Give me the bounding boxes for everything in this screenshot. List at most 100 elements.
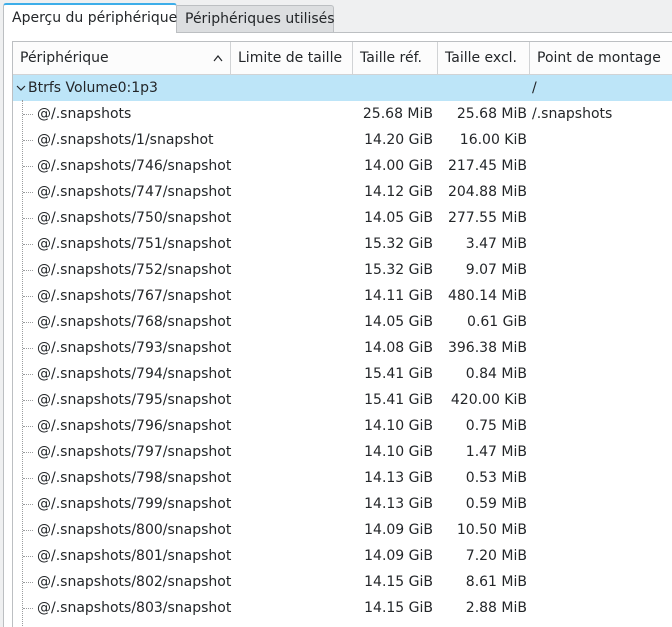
subvolume-name: @/.snapshots/802/snapshot [37,574,232,590]
root-device-name: Btrfs Volume0:1p3 [28,80,158,96]
excl-size-value: 0.59 MiB [465,496,527,512]
excl-size-value: 7.20 MiB [465,548,527,564]
tree-branch-line [23,504,33,505]
subvolume-name: @/.snapshots/750/snapshot [37,210,232,226]
excl-size-value: 0.61 GiB [467,314,527,330]
excl-size-value: 8.61 MiB [465,574,527,590]
tree-branch-line [23,140,33,141]
subvolume-name: @/.snapshots/796/snapshot [37,418,232,434]
table-row[interactable]: @/.snapshots/746/snapshot 14.00 GiB 217.45… [13,153,672,179]
excl-size-value: 0.84 MiB [465,366,527,382]
tab-used-devices[interactable]: Périphériques utilisés [177,5,335,33]
table-row[interactable]: @/.snapshots/794/snapshot 15.41 GiB 0.84 M… [13,361,672,387]
table-row[interactable]: @/.snapshots/750/snapshot 14.05 GiB 277.55… [13,205,672,231]
ref-size-value: 14.05 GiB [364,210,433,226]
table-row[interactable]: @/.snapshots/751/snapshot 15.32 GiB 3.47 M… [13,231,672,257]
ref-size-value: 14.10 GiB [364,444,433,460]
table-row[interactable]: @/.snapshots/801/snapshot 14.09 GiB 7.20 M… [13,543,672,569]
tree-branch-line [23,270,33,271]
subvolume-name: @/.snapshots/797/snapshot [37,444,232,460]
table-row[interactable]: @/.snapshots/797/snapshot 14.10 GiB 1.47 M… [13,439,672,465]
subvolume-name: @/.snapshots/803/snapshot [37,600,232,616]
tree-branch-line [23,582,33,583]
table-row[interactable]: @/.snapshots/768/snapshot 14.05 GiB 0.61 G… [13,309,672,335]
column-header-size-limit-label: Limite de taille [238,50,343,66]
ref-size-value: 14.00 GiB [364,158,433,174]
excl-size-value: 277.55 MiB [447,210,527,226]
ref-size-value: 14.10 GiB [364,418,433,434]
column-header-excl-size[interactable]: Taille excl. [438,42,530,74]
excl-size-value: 396.38 MiB [447,340,527,356]
table-row[interactable]: @/.snapshots/747/snapshot 14.12 GiB 204.88… [13,179,672,205]
column-header-ref-size-label: Taille réf. [360,50,422,66]
tab-bar: Aperçu du périphérique Périphériques uti… [0,0,672,34]
ref-size-value: 14.09 GiB [364,522,433,538]
tree-branch-line [23,114,33,115]
mount-point-value: /.snapshots [532,106,613,122]
subvolume-name: @/.snapshots/793/snapshot [37,340,232,356]
ref-size-value: 14.15 GiB [364,600,433,616]
excl-size-value: 25.68 MiB [456,106,527,122]
subvolume-name: @/.snapshots/799/snapshot [37,496,232,512]
tree-branch-line [23,218,33,219]
subvolume-name: @/.snapshots/752/snapshot [37,262,232,278]
table-row[interactable]: @/.snapshots 25.68 MiB 25.68 MiB /.snapshot… [13,101,672,127]
table-row[interactable]: @/.snapshots/767/snapshot 14.11 GiB 480.14… [13,283,672,309]
tree-branch-line [23,192,33,193]
table-row[interactable]: @/.snapshots/803/snapshot 14.15 GiB 2.88 M… [13,595,672,621]
column-header-device[interactable]: Périphérique [13,42,231,74]
ref-size-value: 14.05 GiB [364,314,433,330]
excl-size-value: 10.50 MiB [456,522,527,538]
ref-size-value: 15.41 GiB [364,366,433,382]
table-row[interactable]: @/.snapshots/802/snapshot 14.15 GiB 8.61 M… [13,569,672,595]
tab-device-overview[interactable]: Aperçu du périphérique [3,3,177,33]
column-header-ref-size[interactable]: Taille réf. [353,42,438,74]
subvolume-name: @/.snapshots/1/snapshot [37,132,214,148]
table-row[interactable]: @/.snapshots/793/snapshot 14.08 GiB 396.38… [13,335,672,361]
table-row[interactable]: @/.snapshots/799/snapshot 14.13 GiB 0.59 M… [13,491,672,517]
excl-size-value: 1.47 MiB [465,444,527,460]
tree-branch-line [23,426,33,427]
ref-size-value: 14.08 GiB [364,340,433,356]
tree-branch-line [23,608,33,609]
subvolume-name: @/.snapshots/767/snapshot [37,288,232,304]
tree-branch-line [23,478,33,479]
column-header-size-limit[interactable]: Limite de taille [231,42,353,74]
ref-size-value: 14.15 GiB [364,574,433,590]
excl-size-value: 16.00 KiB [459,132,527,148]
subvolume-name: @/.snapshots [37,106,132,122]
ref-size-value: 14.13 GiB [364,470,433,486]
tree-header: Périphérique Limite de taille Taille réf… [13,42,672,75]
subvolume-name: @/.snapshots/768/snapshot [37,314,232,330]
device-tree[interactable]: Périphérique Limite de taille Taille réf… [12,41,672,627]
table-row[interactable]: @/.snapshots/796/snapshot 14.10 GiB 0.75 M… [13,413,672,439]
tree-branch-line [23,452,33,453]
column-header-mount-point[interactable]: Point de montage [530,42,672,74]
tree-branch-line [23,166,33,167]
tree-branch-line [23,556,33,557]
excl-size-value: 2.88 MiB [465,600,527,616]
excl-size-value: 480.14 MiB [447,288,527,304]
table-row[interactable]: @/.snapshots/752/snapshot 15.32 GiB 9.07 M… [13,257,672,283]
subvolume-name: @/.snapshots/801/snapshot [37,548,232,564]
table-row[interactable]: @/.snapshots/800/snapshot 14.09 GiB 10.50 … [13,517,672,543]
table-row[interactable]: @/.snapshots/798/snapshot 14.13 GiB 0.53 M… [13,465,672,491]
subvolume-name: @/.snapshots/746/snapshot [37,158,232,174]
tree-branch-line [23,296,33,297]
ref-size-value: 15.41 GiB [364,392,433,408]
tree-branch-line [23,374,33,375]
table-row[interactable]: @/.snapshots/795/snapshot 15.41 GiB 420.00… [13,387,672,413]
tree-branch-line [23,322,33,323]
table-row[interactable]: @/.snapshots/1/snapshot 14.20 GiB 16.00 Ki… [13,127,672,153]
ref-size-value: 14.09 GiB [364,548,433,564]
excl-size-value: 9.07 MiB [465,262,527,278]
excl-size-value: 420.00 KiB [450,392,527,408]
subvolume-name: @/.snapshots/751/snapshot [37,236,232,252]
subvolume-name: @/.snapshots/800/snapshot [37,522,232,538]
excl-size-value: 3.47 MiB [465,236,527,252]
tree-branch-line [23,530,33,531]
tree-root-row[interactable]: Btrfs Volume0:1p3 / [13,75,672,101]
tree-branch-line [23,348,33,349]
excl-size-value: 0.53 MiB [465,470,527,486]
column-header-excl-size-label: Taille excl. [445,50,517,66]
